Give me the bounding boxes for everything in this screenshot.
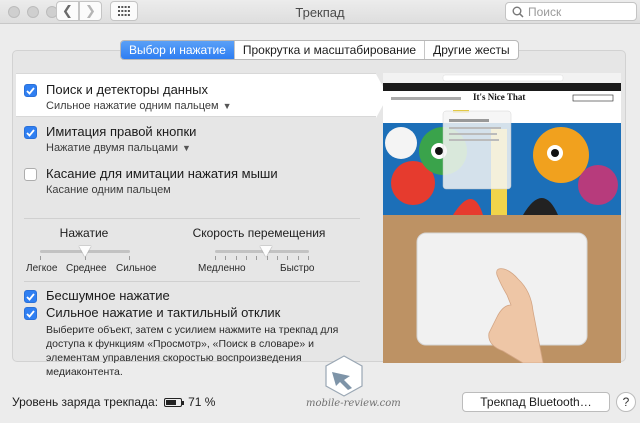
divider bbox=[24, 281, 360, 282]
click-max-label: Сильное bbox=[116, 263, 157, 274]
speed-max-label: Быстро bbox=[280, 263, 315, 274]
battery-label: Уровень заряда трекпада: bbox=[12, 395, 159, 409]
battery-percent: 71 % bbox=[188, 395, 216, 409]
checkmark-icon bbox=[26, 292, 35, 301]
watermark-text: mobile-review.com bbox=[306, 398, 401, 409]
divider bbox=[24, 218, 360, 219]
title-bar: ❮ ❯ Трекпад bbox=[0, 0, 640, 24]
preview-illustration bbox=[383, 73, 621, 363]
checkmark-icon bbox=[26, 128, 35, 137]
silent-clicking-checkbox[interactable] bbox=[24, 290, 37, 303]
gesture-preview: It's Nice That bbox=[383, 73, 621, 363]
help-button[interactable]: ? bbox=[616, 392, 636, 412]
battery-fill bbox=[166, 399, 176, 405]
slider-tick bbox=[277, 256, 278, 260]
chevron-down-icon: ▼ bbox=[181, 143, 191, 153]
preview-site-title: It's Nice That bbox=[473, 92, 526, 102]
slider-tick bbox=[225, 256, 227, 260]
option-subtitle: Касание одним пальцем bbox=[46, 184, 171, 196]
speed-slider-knob[interactable] bbox=[260, 246, 273, 257]
option-title: Поиск и детекторы данных bbox=[46, 82, 209, 97]
option-title: Бесшумное нажатие bbox=[46, 288, 170, 303]
option-title: Имитация правой кнопки bbox=[46, 124, 197, 139]
click-slider-knob[interactable] bbox=[78, 246, 91, 257]
lookup-checkbox[interactable] bbox=[24, 84, 37, 97]
option-subtitle: Сильное нажатие одним пальцем bbox=[46, 100, 219, 112]
battery-icon bbox=[164, 397, 185, 407]
checkmark-icon bbox=[26, 86, 35, 95]
tab-scroll-and-zoom[interactable]: Прокрутка и масштабирование bbox=[235, 41, 426, 59]
tap-to-click-checkbox[interactable] bbox=[24, 168, 37, 181]
secondary-click-gesture-popup[interactable]: Нажатие двумя пальцами ▼ bbox=[46, 142, 191, 154]
search-input[interactable] bbox=[528, 4, 628, 19]
option-title: Сильное нажатие и тактильный отклик bbox=[46, 305, 281, 320]
slider-tick bbox=[308, 256, 309, 260]
slider-tick bbox=[287, 256, 289, 260]
battery-status: Уровень заряда трекпада: 71 % bbox=[12, 395, 215, 409]
option-subtitle: Нажатие двумя пальцами bbox=[46, 142, 178, 154]
watermark-logo-icon bbox=[325, 355, 363, 397]
slider-tick bbox=[256, 256, 258, 260]
click-min-label: Легкое bbox=[26, 263, 58, 274]
slider-tick bbox=[215, 256, 216, 260]
secondary-click-checkbox[interactable] bbox=[24, 126, 37, 139]
chevron-down-icon: ▼ bbox=[222, 101, 232, 111]
search-field[interactable] bbox=[505, 2, 637, 21]
force-click-checkbox[interactable] bbox=[24, 307, 37, 320]
checkmark-icon bbox=[26, 309, 35, 318]
lookup-gesture-popup[interactable]: Сильное нажатие одним пальцем ▼ bbox=[46, 100, 232, 112]
tab-point-and-click[interactable]: Выбор и нажатие bbox=[121, 41, 235, 59]
bluetooth-trackpad-button[interactable]: Трекпад Bluetooth… bbox=[462, 392, 610, 412]
force-click-description: Выберите объект, затем с усилием нажмите… bbox=[46, 324, 339, 378]
slider-tick bbox=[246, 256, 247, 260]
option-title: Касание для имитации нажатия мыши bbox=[46, 166, 278, 181]
speed-min-label: Медленно bbox=[198, 263, 246, 274]
slider-tick bbox=[235, 256, 237, 260]
slider-tick bbox=[297, 256, 299, 260]
click-mid-label: Среднее bbox=[66, 263, 107, 274]
tab-more-gestures[interactable]: Другие жесты bbox=[425, 41, 518, 59]
slider-tick bbox=[129, 256, 130, 260]
tab-bar: Выбор и нажатие Прокрутка и масштабирова… bbox=[120, 40, 519, 60]
slider-tick bbox=[40, 256, 41, 260]
speed-slider-label: Скорость перемещения bbox=[192, 226, 326, 240]
search-icon bbox=[512, 6, 524, 18]
click-slider-label: Нажатие bbox=[59, 226, 109, 240]
